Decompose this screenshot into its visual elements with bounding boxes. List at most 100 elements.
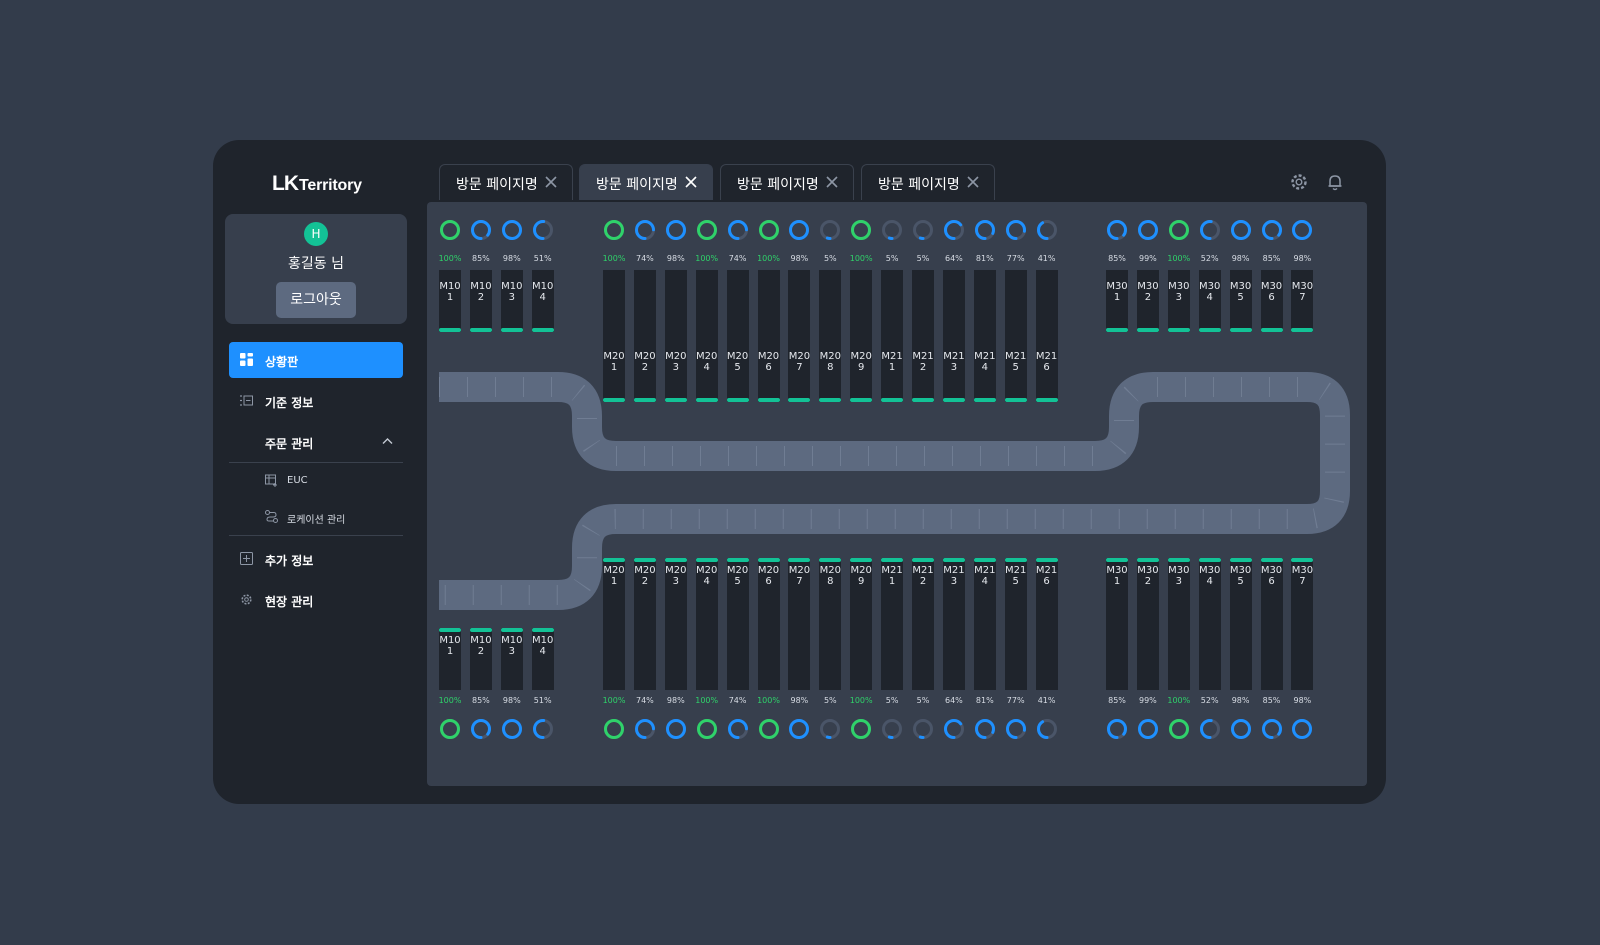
machine-top-M202[interactable]: M202 [633, 270, 656, 402]
machine-bottom-M207[interactable]: M207 [788, 558, 811, 690]
machine-bottom-M208[interactable]: M208 [819, 558, 842, 690]
machine-label: M102 [470, 281, 492, 303]
close-icon[interactable] [825, 175, 839, 189]
machine-bottom-M206[interactable]: M206 [757, 558, 780, 690]
machine-status-bar [850, 558, 873, 562]
tab-2[interactable]: 방문 페이지명 [579, 164, 713, 200]
sidebar-item-base-info[interactable]: 기준 정보 [229, 383, 403, 419]
machine-bottom-M304[interactable]: M304 [1198, 558, 1221, 690]
close-icon[interactable] [684, 175, 698, 189]
bell-icon[interactable] [1325, 172, 1345, 192]
machine-bottom-M202[interactable]: M202 [633, 558, 656, 690]
machine-top-M206[interactable]: M206 [757, 270, 780, 402]
sidebar-item-extra-info[interactable]: 추가 정보 [229, 541, 403, 577]
machine-bottom-M216[interactable]: M216 [1035, 558, 1058, 690]
machine-top-M208[interactable]: M208 [819, 270, 842, 402]
machine-bottom-M205[interactable]: M205 [726, 558, 749, 690]
machine-top-M101[interactable]: M101 [439, 270, 461, 332]
sidebar-item-dashboard[interactable]: 상황판 [229, 342, 403, 378]
machine-label: M207 [788, 565, 811, 587]
machine-bottom-M101[interactable]: M101 [439, 628, 461, 690]
sidebar-item-label: 주문 관리 [265, 437, 314, 451]
machine-bottom-M209[interactable]: M209 [850, 558, 873, 690]
sidebar-item-site-mgmt[interactable]: 현장 관리 [229, 582, 403, 618]
machine-bottom-M307[interactable]: M307 [1291, 558, 1314, 690]
machine-bottom-M305[interactable]: M305 [1229, 558, 1252, 690]
machine-label: M206 [757, 351, 780, 373]
machine-top-M216[interactable]: M216 [1035, 270, 1058, 402]
machine-status-bar [1035, 398, 1058, 402]
machine-top-M204[interactable]: M204 [695, 270, 718, 402]
machine-bottom-M302[interactable]: M302 [1136, 558, 1159, 690]
top-gauge-M203 [665, 220, 686, 240]
bottom-gauge-M201 [604, 719, 624, 739]
machine-top-M203[interactable]: M203 [664, 270, 687, 402]
machine-label: M202 [634, 351, 656, 373]
machine-bottom-M306[interactable]: M306 [1260, 558, 1283, 690]
machine-bottom-M214[interactable]: M214 [973, 558, 996, 690]
avatar: H [304, 222, 328, 246]
machine-top-M214[interactable]: M214 [973, 270, 996, 402]
machine-bottom-M303[interactable]: M303 [1167, 558, 1190, 690]
machine-bottom-M204[interactable]: M204 [695, 558, 718, 690]
machine-label: M305 [1229, 281, 1252, 303]
bottom-percent-M202: 74% [636, 696, 654, 705]
machine-top-M102[interactable]: M102 [469, 270, 492, 332]
machine-bottom-M103[interactable]: M103 [500, 628, 523, 690]
machine-bottom-M203[interactable]: M203 [664, 558, 687, 690]
machine-top-M212[interactable]: M212 [912, 270, 934, 402]
bottom-gauge-M101 [440, 719, 460, 739]
machine-bottom-M102[interactable]: M102 [469, 628, 492, 690]
bottom-percent-M209: 100% [849, 696, 873, 705]
machine-top-M302[interactable]: M302 [1136, 270, 1159, 332]
machine-status-bar [1260, 328, 1283, 332]
bottom-gauge-M102 [470, 719, 491, 739]
machine-top-M207[interactable]: M207 [788, 270, 811, 402]
machine-top-M104[interactable]: M104 [531, 270, 554, 332]
sidebar-item-order-mgmt[interactable]: 주문 관리 [229, 424, 403, 460]
machine-bottom-M104[interactable]: M104 [531, 628, 554, 690]
machine-top-M307[interactable]: M307 [1291, 270, 1314, 332]
close-icon[interactable] [966, 175, 980, 189]
settings-gear-icon[interactable] [1289, 172, 1309, 192]
machine-top-M209[interactable]: M209 [850, 270, 873, 402]
machine-label: M201 [603, 565, 625, 587]
machine-top-M303[interactable]: M303 [1167, 270, 1190, 332]
close-icon[interactable] [544, 175, 558, 189]
sidebar-subitem-euc[interactable]: EUC [229, 463, 403, 499]
machine-top-M304[interactable]: M304 [1198, 270, 1221, 332]
bottom-gauge-M202 [634, 719, 655, 739]
machine-top-M201[interactable]: M201 [603, 270, 625, 402]
machine-top-M205[interactable]: M205 [726, 270, 749, 402]
machine-bottom-M201[interactable]: M201 [603, 558, 625, 690]
tab-3[interactable]: 방문 페이지명 [720, 164, 854, 200]
machine-status-bar [1167, 558, 1190, 562]
machine-top-M213[interactable]: M213 [942, 270, 965, 402]
top-gauge-M216 [1036, 220, 1057, 240]
top-percent-M304: 52% [1200, 254, 1219, 263]
logout-button[interactable]: 로그아웃 [276, 282, 356, 318]
sidebar-subitem-location[interactable]: 로케이션 관리 [229, 499, 403, 535]
tab-1[interactable]: 방문 페이지명 [439, 164, 573, 200]
machine-top-M103[interactable]: M103 [500, 270, 523, 332]
machine-top-M306[interactable]: M306 [1260, 270, 1283, 332]
machine-top-M305[interactable]: M305 [1229, 270, 1252, 332]
machine-bottom-M211[interactable]: M211 [881, 558, 904, 690]
machine-bottom-M215[interactable]: M215 [1004, 558, 1027, 690]
machine-bottom-M213[interactable]: M213 [942, 558, 965, 690]
machine-status-bar [942, 558, 965, 562]
machine-status-bar [695, 398, 718, 402]
bottom-gauge-M303 [1168, 719, 1189, 739]
machine-status-bar [788, 558, 811, 562]
machine-bottom-M212[interactable]: M212 [912, 558, 934, 690]
sidebar: LKTerritory H 홍길동 님 로그아웃 상황판 기준 정보 주문 관리 [213, 140, 420, 804]
chevron-up-icon[interactable] [382, 437, 393, 445]
machine-top-M301[interactable]: M301 [1106, 270, 1128, 332]
machine-bottom-M301[interactable]: M301 [1106, 558, 1128, 690]
machine-top-M215[interactable]: M215 [1004, 270, 1027, 402]
machine-status-bar [973, 558, 996, 562]
machine-status-bar [531, 328, 554, 332]
tab-4[interactable]: 방문 페이지명 [861, 164, 995, 200]
machine-top-M211[interactable]: M211 [881, 270, 904, 402]
top-percent-M102: 85% [472, 254, 490, 263]
